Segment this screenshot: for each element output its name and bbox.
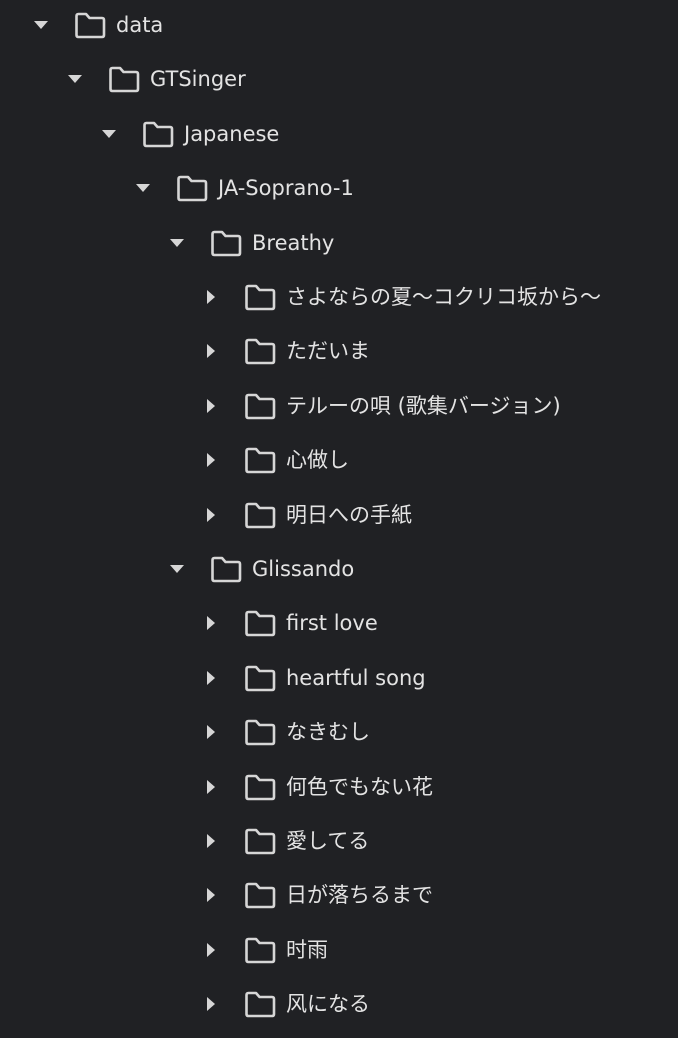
folder-icon [243,282,277,312]
tree-item-sayonara[interactable]: さよならの夏〜コクリコ坂から〜 [0,270,678,324]
folder-tree: data GTSinger Japanese JA-Soprano-1 Breathy さ… [0,0,678,1038]
tree-item-label: data [116,13,164,37]
tree-item-naniiro[interactable]: 何色でもない花 [0,760,678,814]
caret-down-icon[interactable] [168,234,186,252]
tree-item-first-love[interactable]: first love [0,596,678,650]
tree-item-label: さよならの夏〜コクリコ坂から〜 [286,285,601,309]
folder-icon [243,989,277,1019]
caret-down-icon[interactable] [32,16,50,34]
tree-item-kaze[interactable]: 风になる [0,977,678,1031]
tree-item-label: JA-Soprano-1 [218,176,354,201]
caret-right-icon[interactable] [202,342,220,360]
tree-item-heartful-song[interactable]: heartful song [0,651,678,705]
tree-item-label: Breathy [252,230,335,255]
caret-right-icon[interactable] [202,669,220,687]
tree-item-kokoro[interactable]: 心做し [0,433,678,487]
folder-icon [243,935,277,965]
tree-item-tadaima[interactable]: ただいま [0,324,678,378]
caret-right-icon[interactable] [202,451,220,469]
folder-icon [175,173,209,203]
tree-item-label: 明日への手紙 [286,502,412,527]
caret-right-icon[interactable] [202,832,220,850]
caret-right-icon[interactable] [202,288,220,306]
tree-item-gtsinger[interactable]: GTSinger [0,52,678,106]
caret-right-icon[interactable] [202,397,220,415]
tree-item-higaochiru[interactable]: 日が落ちるまで [0,868,678,922]
folder-icon [243,772,277,802]
tree-item-data[interactable]: data [0,0,678,52]
caret-right-icon[interactable] [202,995,220,1013]
tree-item-label: GTSinger [150,67,246,92]
tree-item-label: テルーの唄 (歌集バージョン) [286,393,561,418]
folder-icon [209,228,243,258]
tree-item-breathy[interactable]: Breathy [0,216,678,270]
folder-icon [73,10,107,40]
folder-icon [141,119,175,149]
tree-item-label: なきむし [286,720,370,745]
folder-icon [243,445,277,475]
caret-right-icon[interactable] [202,778,220,796]
tree-item-label: Japanese [184,121,280,146]
caret-right-icon[interactable] [202,886,220,904]
folder-icon [243,663,277,693]
caret-right-icon[interactable] [202,941,220,959]
folder-icon [243,826,277,856]
tree-item-aishiteru[interactable]: 愛してる [0,814,678,868]
tree-item-label: ただいま [286,339,370,364]
caret-right-icon[interactable] [202,723,220,741]
folder-icon [243,500,277,530]
tree-item-ja-soprano-1[interactable]: JA-Soprano-1 [0,161,678,215]
tree-item-label: 时雨 [286,937,328,962]
tree-item-teru[interactable]: テルーの唄 (歌集バージョン) [0,379,678,433]
tree-item-ashita[interactable]: 明日への手紙 [0,488,678,542]
tree-item-label: 愛してる [286,829,370,853]
caret-down-icon[interactable] [168,560,186,578]
folder-icon [209,554,243,584]
caret-down-icon[interactable] [66,70,84,88]
caret-right-icon[interactable] [202,506,220,524]
folder-icon [107,64,141,94]
caret-right-icon[interactable] [202,614,220,632]
tree-item-shigure[interactable]: 时雨 [0,923,678,977]
caret-down-icon[interactable] [100,125,118,143]
caret-down-icon[interactable] [134,179,152,197]
tree-item-label: Glissando [252,557,355,581]
tree-item-nakimushi[interactable]: なきむし [0,705,678,759]
tree-item-label: 日が落ちるまで [286,883,433,908]
folder-icon [243,717,277,747]
tree-item-glissando[interactable]: Glissando [0,542,678,596]
folder-icon [243,336,277,366]
folder-icon [243,880,277,910]
tree-item-label: 风になる [286,992,370,1017]
tree-item-label: first love [286,611,378,636]
tree-item-label: heartful song [286,665,426,690]
tree-item-japanese[interactable]: Japanese [0,107,678,161]
tree-item-label: 何色でもない花 [286,774,433,799]
folder-icon [243,391,277,421]
folder-icon [243,608,277,638]
tree-item-label: 心做し [286,448,349,473]
